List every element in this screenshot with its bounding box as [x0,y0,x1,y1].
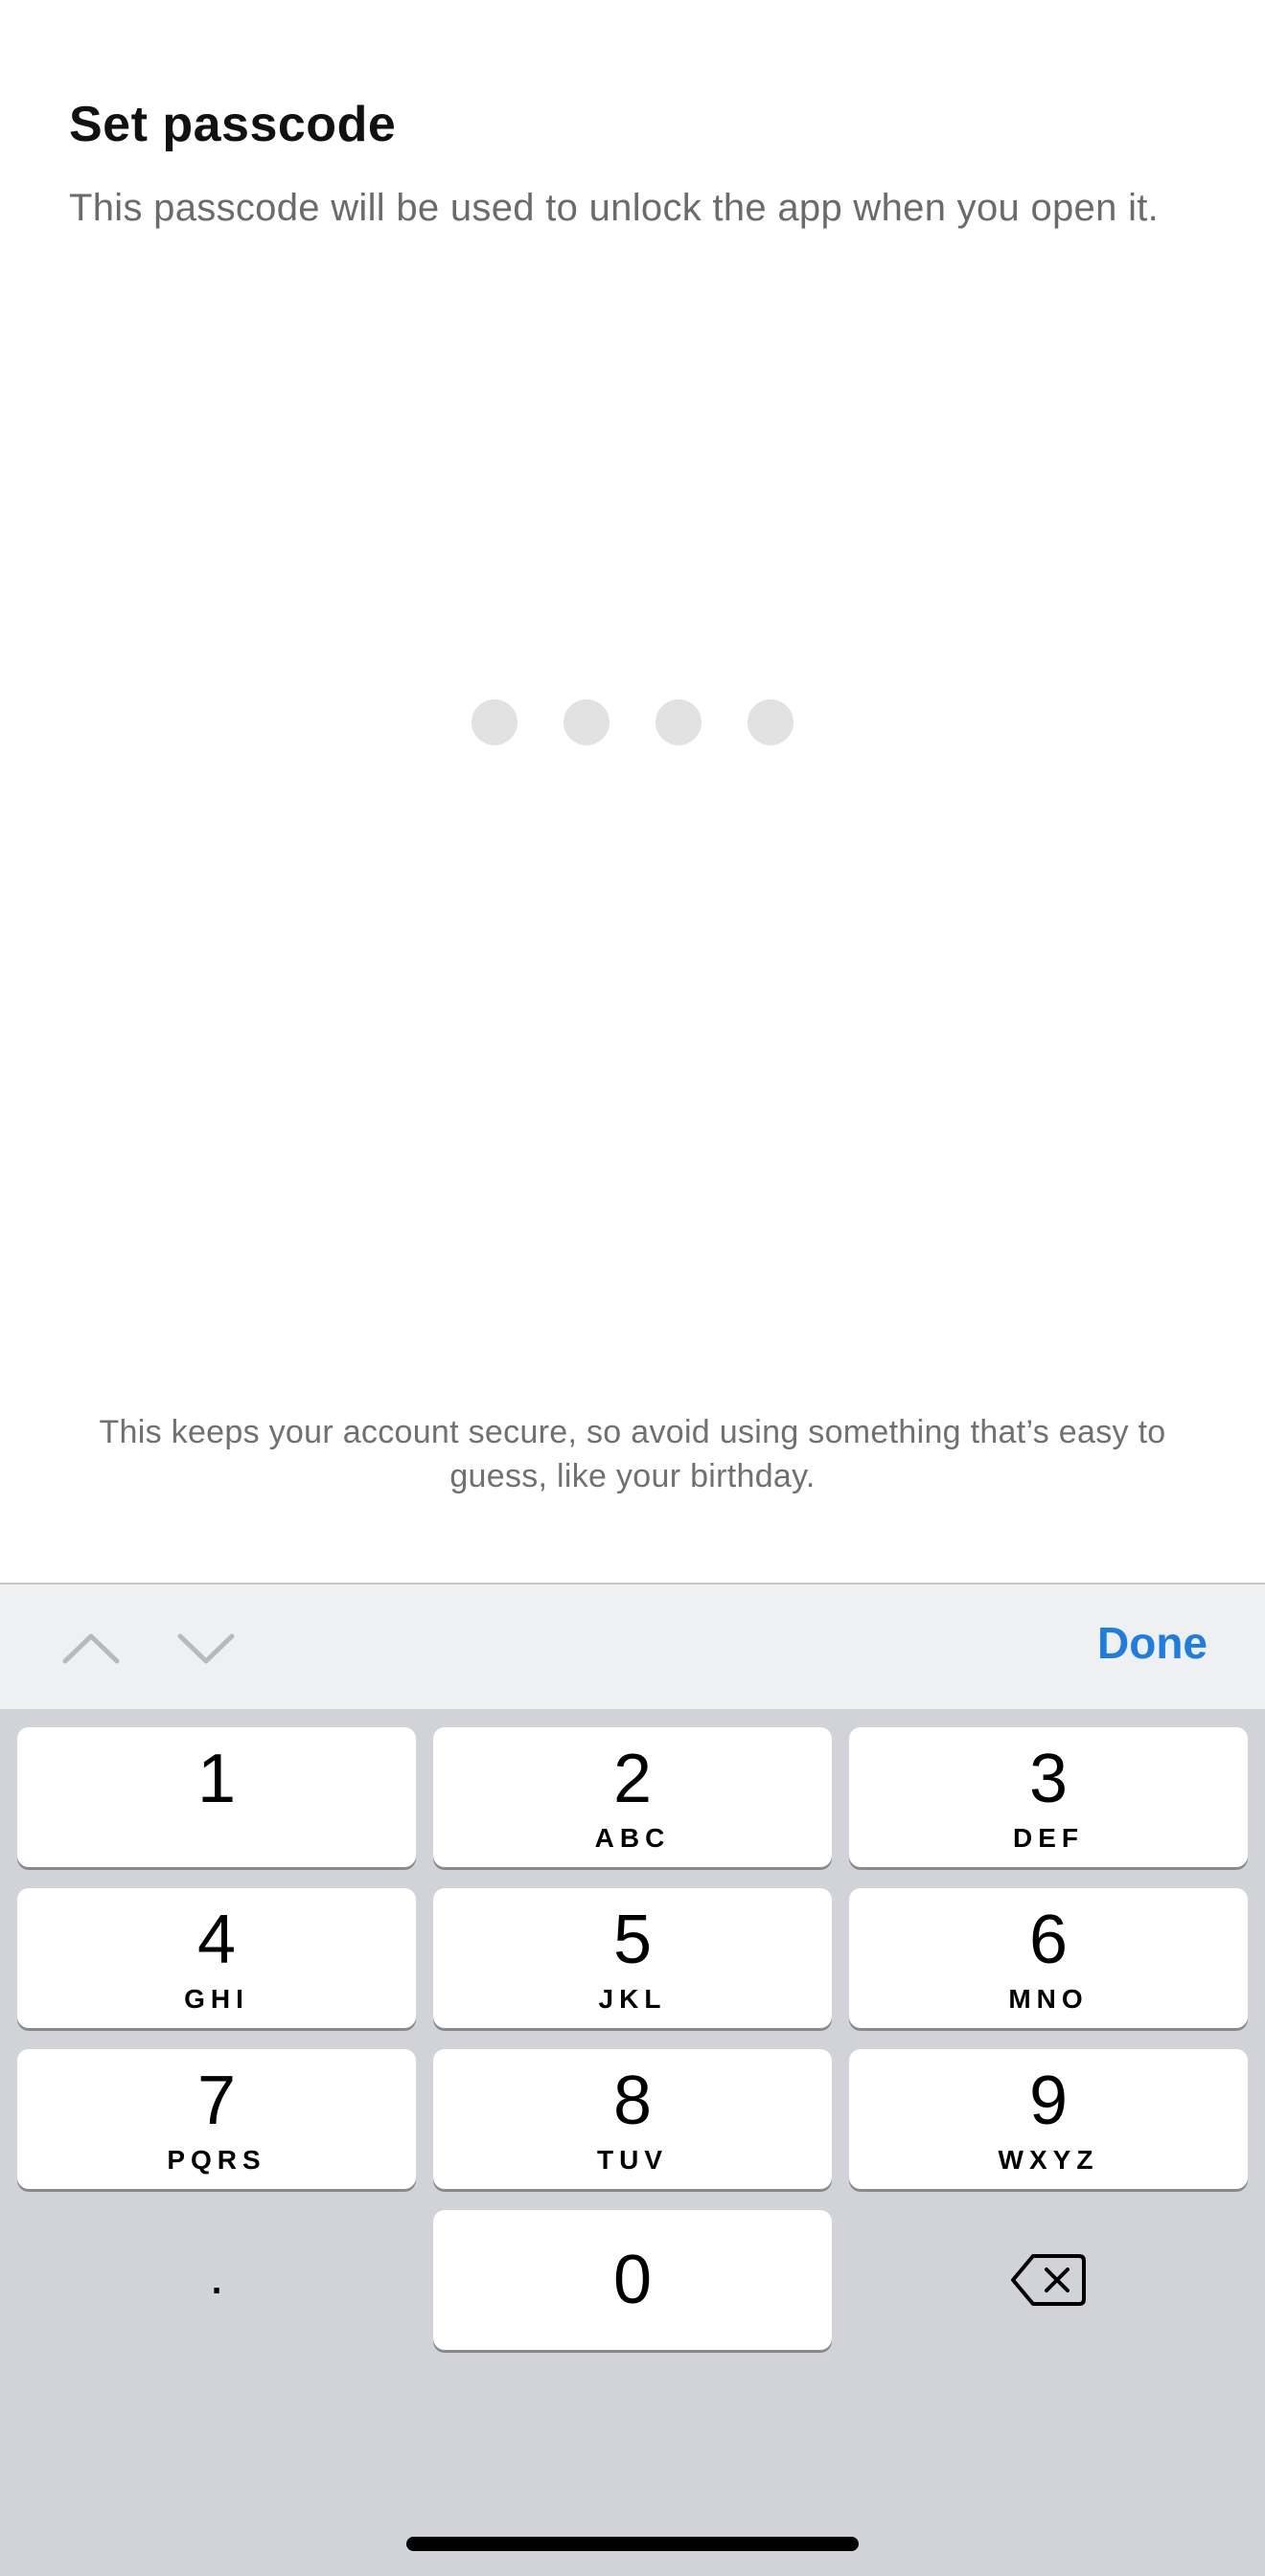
passcode-dot [656,699,702,745]
key-digit: 0 [612,2242,653,2318]
key-letters: DEF [1013,1823,1084,1853]
key-2[interactable]: 2 ABC [433,1727,832,1867]
passcode-dot [564,699,610,745]
backspace-icon [1011,2254,1086,2306]
passcode-screen: Set passcode This passcode will be used … [0,0,1265,2576]
passcode-dot [472,699,518,745]
key-1[interactable]: 1 [17,1727,416,1867]
key-8[interactable]: 8 TUV [433,2049,832,2189]
key-digit: 1 [196,1741,237,1817]
page-subtitle: This passcode will be used to unlock the… [69,187,1160,229]
key-letters: MNO [1008,1984,1089,2014]
key-digit: 9 [1028,2063,1069,2139]
key-7[interactable]: 7 PQRS [17,2049,416,2189]
key-5[interactable]: 5 JKL [433,1888,832,2028]
passcode-dots[interactable] [0,699,1265,745]
home-indicator[interactable] [406,2537,859,2551]
page-title: Set passcode [69,97,397,152]
chevron-down-icon[interactable] [172,1621,240,1675]
key-4[interactable]: 4 GHI [17,1888,416,2028]
key-3[interactable]: 3 DEF [849,1727,1248,1867]
key-decimal[interactable]: . [17,2210,416,2350]
key-digit: 7 [196,2063,237,2139]
key-digit: 3 [1028,1741,1069,1817]
key-letters: WXYZ [998,2145,1099,2175]
key-digit: . [209,2245,224,2305]
backspace-button[interactable] [849,2210,1248,2350]
key-0[interactable]: 0 [433,2210,832,2350]
key-letters: TUV [597,2145,668,2175]
chevron-up-icon[interactable] [58,1621,125,1675]
key-digit: 4 [196,1902,237,1978]
key-letters: JKL [598,1984,667,2014]
key-letters: GHI [184,1984,249,2014]
numeric-keypad: 1 2 ABC 3 DEF 4 GHI 5 JKL 6 MNO 7 PQRS 8… [0,1709,1265,2576]
key-digit: 2 [612,1741,653,1817]
key-digit: 5 [612,1902,653,1978]
keyboard-accessory-bar: Done [0,1583,1265,1709]
done-button[interactable]: Done [1097,1617,1208,1669]
key-digit: 8 [612,2063,653,2139]
key-6[interactable]: 6 MNO [849,1888,1248,2028]
key-letters: ABC [594,1823,671,1853]
key-9[interactable]: 9 WXYZ [849,2049,1248,2189]
key-letters: PQRS [167,2145,266,2175]
key-digit: 6 [1028,1902,1069,1978]
passcode-dot [748,699,794,745]
security-hint: This keeps your account secure, so avoid… [99,1414,1166,1494]
